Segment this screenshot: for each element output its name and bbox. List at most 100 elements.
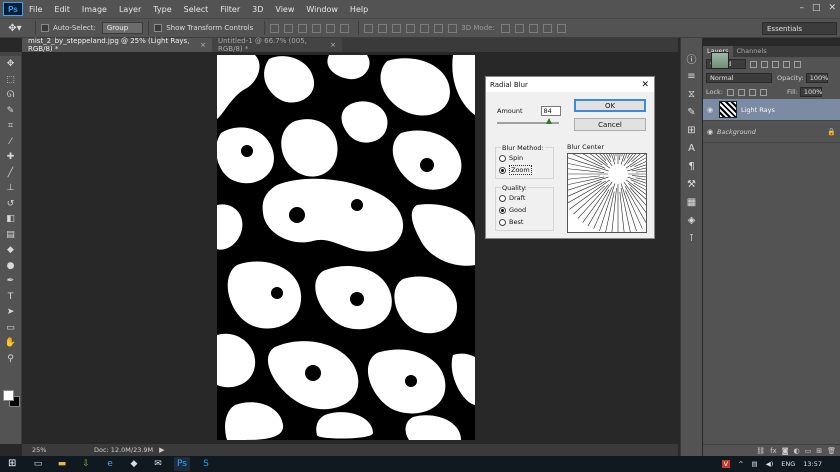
eraser-tool-icon[interactable]: ◧	[4, 213, 18, 225]
auto-align-icon[interactable]	[448, 23, 458, 33]
skype-icon[interactable]: S	[198, 457, 214, 471]
menu-type[interactable]: Type	[153, 5, 171, 14]
hand-tool-icon[interactable]: ✋	[4, 337, 18, 349]
3d-rotate-icon[interactable]	[500, 23, 510, 33]
radio-button[interactable]	[499, 194, 506, 202]
distribute-top-icon[interactable]	[364, 23, 374, 33]
align-right-icon[interactable]	[340, 23, 350, 33]
new-group-icon[interactable]: ▭	[805, 447, 812, 455]
brush-tool-icon[interactable]: ╱	[4, 167, 18, 179]
color-swatches[interactable]	[3, 390, 21, 408]
character-icon[interactable]: A	[686, 142, 698, 154]
align-left-icon[interactable]	[312, 23, 322, 33]
align-bottom-icon[interactable]	[298, 23, 308, 33]
volume-icon[interactable]: ◀)	[766, 460, 774, 468]
photoshop-taskbar-icon[interactable]: Ps	[174, 457, 190, 471]
mail-icon[interactable]: ✉	[150, 457, 166, 471]
link-layers-icon[interactable]: ⛓	[756, 447, 765, 455]
ok-button[interactable]: OK	[574, 99, 646, 112]
opacity-input[interactable]: 100%	[805, 73, 828, 83]
clone-source-icon[interactable]: ⊞	[686, 124, 698, 136]
tab-untitled[interactable]: Untitled-1 @ 66.7% (005, RGB/8) * ×	[212, 37, 342, 53]
new-layer-icon[interactable]: ⊞	[816, 447, 822, 455]
status-menu-arrow-icon[interactable]: ▶	[159, 446, 164, 454]
zoom-tool-icon[interactable]: ⚲	[4, 353, 18, 365]
filter-shape-icon[interactable]	[783, 60, 790, 68]
filter-smart-object-icon[interactable]	[794, 60, 801, 68]
stamp-tool-icon[interactable]: ⊥	[4, 182, 18, 194]
pen-tool-icon[interactable]: ✒	[4, 275, 18, 287]
tool-presets-icon[interactable]: ⚒	[686, 178, 698, 190]
show-transform-checkbox[interactable]	[154, 24, 163, 32]
3d-scale-icon[interactable]	[556, 23, 566, 33]
radio-button[interactable]	[499, 218, 506, 226]
workspace-switcher[interactable]: Essentials	[762, 22, 837, 35]
type-tool-icon[interactable]: T	[4, 291, 18, 303]
3d-icon[interactable]: ◈	[686, 214, 698, 226]
close-icon[interactable]: ×	[200, 41, 206, 49]
align-top-icon[interactable]	[270, 23, 280, 33]
chevron-up-icon[interactable]: ^	[738, 460, 743, 468]
blur-tool-icon[interactable]: ◆	[4, 244, 18, 256]
swatches-icon[interactable]: ▦	[686, 196, 698, 208]
radio-button-selected[interactable]	[499, 206, 506, 214]
paragraph-icon[interactable]: ¶	[686, 160, 698, 172]
network-icon[interactable]: ▤	[752, 460, 758, 468]
lock-image-icon[interactable]	[738, 88, 746, 96]
menu-help[interactable]: Help	[350, 5, 368, 14]
lock-transparency-icon[interactable]	[727, 88, 735, 96]
amount-input[interactable]: 84	[540, 106, 561, 116]
windows-start-icon[interactable]: ⊞	[8, 458, 22, 470]
layer-background[interactable]: ◉ Background 🔒	[703, 52, 840, 143]
tab-channels[interactable]: Channels	[733, 46, 771, 57]
move-tool-icon[interactable]: ✥	[4, 58, 18, 70]
visibility-eye-icon[interactable]: ◉	[703, 128, 717, 136]
filter-pixel-icon[interactable]	[750, 60, 757, 68]
move-tool-preset-icon[interactable]: ✥▾	[0, 23, 30, 34]
tab-mist[interactable]: mist_2_by_steppeland.jpg @ 25% (Light Ra…	[22, 37, 212, 53]
antivirus-icon[interactable]: V	[721, 460, 731, 468]
menu-view[interactable]: View	[275, 5, 294, 14]
info-icon[interactable]: ⓘ	[686, 52, 698, 66]
fill-input[interactable]: 100%	[799, 87, 822, 97]
blend-mode-dropdown[interactable]: Normal	[706, 73, 772, 83]
cancel-button[interactable]: Cancel	[574, 118, 646, 131]
radio-zoom[interactable]: Zoom	[496, 164, 553, 176]
shape-tool-icon[interactable]: ▭	[4, 322, 18, 334]
crop-tool-icon[interactable]: ⌗	[4, 120, 18, 132]
align-middle-icon[interactable]	[284, 23, 294, 33]
path-select-tool-icon[interactable]: ➤	[4, 306, 18, 318]
radio-button-selected[interactable]	[499, 166, 506, 174]
file-explorer-icon[interactable]: ▬	[54, 457, 70, 471]
lock-all-icon[interactable]	[760, 88, 768, 96]
close-icon[interactable]: ✕	[641, 80, 649, 90]
visibility-eye-icon[interactable]: ◉	[703, 106, 717, 114]
add-mask-icon[interactable]: ◙	[782, 447, 789, 455]
edge-browser-icon[interactable]: e	[102, 457, 118, 471]
menu-window[interactable]: Window	[306, 5, 338, 14]
3d-slide-icon[interactable]	[542, 23, 552, 33]
brush-presets-icon[interactable]: ✎	[686, 106, 698, 118]
radio-draft[interactable]: Draft	[496, 192, 553, 204]
distribute-right-icon[interactable]	[434, 23, 444, 33]
eyedropper-tool-icon[interactable]: ⁄	[4, 136, 18, 148]
store-icon[interactable]: ◆	[126, 457, 142, 471]
blur-center-preview[interactable]	[558, 114, 678, 234]
align-center-icon[interactable]	[326, 23, 336, 33]
panel-grip[interactable]	[0, 52, 21, 56]
history-brush-icon[interactable]: ↺	[4, 198, 18, 210]
measurement-icon[interactable]: ⊺	[686, 232, 698, 244]
distribute-middle-icon[interactable]	[378, 23, 388, 33]
quick-select-tool-icon[interactable]: ✎	[4, 105, 18, 117]
lock-position-icon[interactable]	[749, 88, 757, 96]
menu-filter[interactable]: Filter	[220, 5, 240, 14]
close-icon[interactable]: ×	[330, 41, 336, 49]
task-view-icon[interactable]: ▭	[30, 457, 46, 471]
filter-type-icon[interactable]	[772, 60, 779, 68]
3d-drag-icon[interactable]	[528, 23, 538, 33]
radio-button[interactable]	[499, 154, 506, 162]
language-indicator[interactable]: ENG	[781, 460, 795, 468]
menu-image[interactable]: Image	[82, 5, 107, 14]
radio-good[interactable]: Good	[496, 204, 553, 216]
marquee-tool-icon[interactable]: ⬚	[4, 74, 18, 86]
